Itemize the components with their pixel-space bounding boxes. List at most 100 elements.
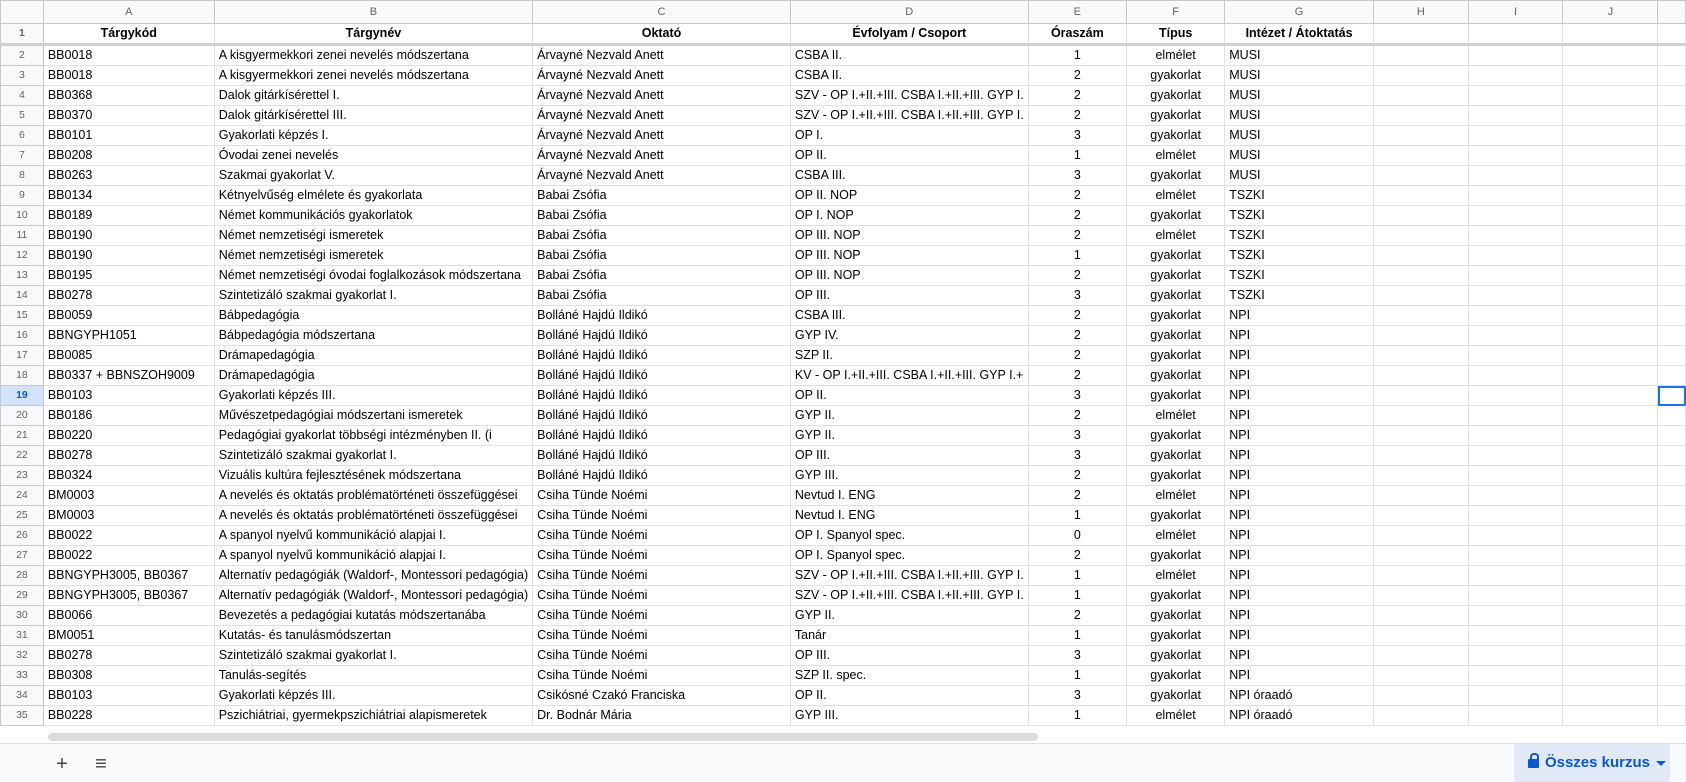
row-number[interactable]: 27	[0, 545, 44, 566]
cell-d[interactable]: OP I.	[789, 125, 1029, 146]
cell-g[interactable]: MUSI	[1224, 165, 1374, 186]
cell-empty[interactable]	[1467, 385, 1564, 406]
cell-empty[interactable]	[1372, 505, 1469, 526]
cell-d[interactable]: OP I. NOP	[789, 205, 1029, 226]
cell-b[interactable]: Kutatás- és tanulásmódszertan	[213, 625, 534, 646]
cell-empty[interactable]	[1467, 205, 1564, 226]
cell-empty[interactable]	[1372, 585, 1469, 606]
cell-empty[interactable]	[1657, 505, 1686, 526]
cell-d[interactable]: OP II.	[789, 385, 1029, 406]
cell-empty[interactable]	[1372, 165, 1469, 186]
cell-d[interactable]: SZV - OP I.+II.+III. CSBA I.+II.+III. GY…	[789, 565, 1029, 586]
cell-f[interactable]: gyakorlat	[1126, 505, 1226, 526]
cell-empty[interactable]	[1467, 145, 1564, 166]
column-header-c[interactable]: C	[532, 0, 791, 24]
cell-empty[interactable]	[1562, 365, 1659, 386]
cell-g[interactable]: NPI óraadó	[1224, 685, 1374, 706]
cell-g[interactable]: NPI	[1224, 625, 1374, 646]
cell-c[interactable]: Bolláné Hajdú Ildikó	[532, 325, 791, 346]
cell-e[interactable]: 1	[1027, 505, 1128, 526]
cell-empty[interactable]	[1657, 565, 1686, 586]
cell-empty[interactable]	[1562, 285, 1659, 306]
cell-f[interactable]: gyakorlat	[1126, 365, 1226, 386]
cell-empty[interactable]	[1657, 605, 1686, 626]
cell-empty[interactable]	[1562, 105, 1659, 126]
cell-e[interactable]: 2	[1027, 185, 1128, 206]
cell-f[interactable]: gyakorlat	[1126, 665, 1226, 686]
cell-empty[interactable]	[1467, 525, 1564, 546]
cell-f[interactable]: elmélet	[1126, 225, 1226, 246]
cell-empty[interactable]	[1657, 665, 1686, 686]
cell-empty[interactable]	[1562, 545, 1659, 566]
cell-b[interactable]: Művészetpedagógiai módszertani ismeretek	[213, 405, 534, 426]
cell-empty[interactable]	[1467, 85, 1564, 106]
cell-empty[interactable]	[1467, 705, 1564, 726]
cell-c[interactable]: Bolláné Hajdú Ildikó	[532, 405, 791, 426]
cell-a[interactable]: BB0208	[42, 145, 215, 166]
cell-empty[interactable]	[1657, 685, 1686, 706]
cell-b[interactable]: A kisgyermekkori zenei nevelés módszerta…	[213, 44, 534, 66]
cell-c[interactable]: Babai Zsófia	[532, 205, 791, 226]
cell-d[interactable]: Nevtud I. ENG	[789, 485, 1029, 506]
cell-c[interactable]: Csiha Tünde Noémi	[532, 485, 791, 506]
cell-b[interactable]: Drámapedagógia	[213, 365, 534, 386]
cell-a[interactable]: BB0370	[42, 105, 215, 126]
cell-empty[interactable]	[1467, 445, 1564, 466]
cell-empty[interactable]	[1562, 23, 1659, 46]
row-number[interactable]: 35	[0, 705, 44, 726]
cell-empty[interactable]	[1372, 645, 1469, 666]
cell-g[interactable]: NPI	[1224, 525, 1374, 546]
cell-empty[interactable]	[1372, 385, 1469, 406]
cell-empty[interactable]	[1372, 65, 1469, 86]
cell-a[interactable]: BB0101	[42, 125, 215, 146]
cell-e[interactable]: 0	[1027, 525, 1128, 546]
cell-d[interactable]: OP II.	[789, 145, 1029, 166]
cell-a[interactable]: BB0022	[42, 525, 215, 546]
cell-empty[interactable]	[1562, 65, 1659, 86]
cell-a[interactable]: BB0220	[42, 425, 215, 446]
cell-empty[interactable]	[1372, 405, 1469, 426]
cell-empty[interactable]	[1372, 44, 1469, 66]
column-title[interactable]: Tárgynév	[213, 23, 534, 46]
cell-empty[interactable]	[1657, 645, 1686, 666]
cell-empty[interactable]	[1372, 685, 1469, 706]
cell-e[interactable]: 2	[1027, 105, 1128, 126]
cell-a[interactable]: BB0228	[42, 705, 215, 726]
cell-empty[interactable]	[1372, 205, 1469, 226]
cell-d[interactable]: CSBA II.	[789, 44, 1029, 66]
cell-empty[interactable]	[1467, 165, 1564, 186]
cell-b[interactable]: Bábpedagógia	[213, 305, 534, 326]
cell-f[interactable]: elmélet	[1126, 525, 1226, 546]
cell-a[interactable]: BB0085	[42, 345, 215, 366]
cell-d[interactable]: Tanár	[789, 625, 1029, 646]
cell-empty[interactable]	[1657, 165, 1686, 186]
cell-empty[interactable]	[1657, 125, 1686, 146]
cell-e[interactable]: 2	[1027, 465, 1128, 486]
cell-empty[interactable]	[1467, 665, 1564, 686]
cell-empty[interactable]	[1657, 44, 1686, 66]
cell-empty[interactable]	[1372, 145, 1469, 166]
cell-d[interactable]: OP III. NOP	[789, 265, 1029, 286]
cell-empty[interactable]	[1657, 705, 1686, 726]
row-number[interactable]: 20	[0, 405, 44, 426]
cell-empty[interactable]	[1372, 365, 1469, 386]
column-title[interactable]: Évfolyam / Csoport	[789, 23, 1029, 46]
cell-empty[interactable]	[1467, 605, 1564, 626]
row-number[interactable]: 17	[0, 345, 44, 366]
cell-a[interactable]: BB0059	[42, 305, 215, 326]
cell-c[interactable]: Árvayné Nezvald Anett	[532, 85, 791, 106]
cell-empty[interactable]	[1657, 425, 1686, 446]
horizontal-scrollbar[interactable]	[48, 733, 1038, 741]
cell-e[interactable]: 3	[1027, 285, 1128, 306]
cell-b[interactable]: Pedagógiai gyakorlat többségi intézményb…	[213, 425, 534, 446]
cell-g[interactable]: TSZKI	[1224, 185, 1374, 206]
cell-a[interactable]: BB0195	[42, 265, 215, 286]
cell-empty[interactable]	[1657, 23, 1686, 46]
row-number[interactable]: 10	[0, 205, 44, 226]
cell-empty[interactable]	[1562, 665, 1659, 686]
cell-f[interactable]: gyakorlat	[1126, 645, 1226, 666]
cell-g[interactable]: NPI	[1224, 425, 1374, 446]
cell-empty[interactable]	[1562, 705, 1659, 726]
cell-c[interactable]: Árvayné Nezvald Anett	[532, 44, 791, 66]
spreadsheet-grid[interactable]: ABCDEFGHIJ 1 Tárgykód Tárgynév Oktató Évfoly…	[0, 0, 1686, 736]
